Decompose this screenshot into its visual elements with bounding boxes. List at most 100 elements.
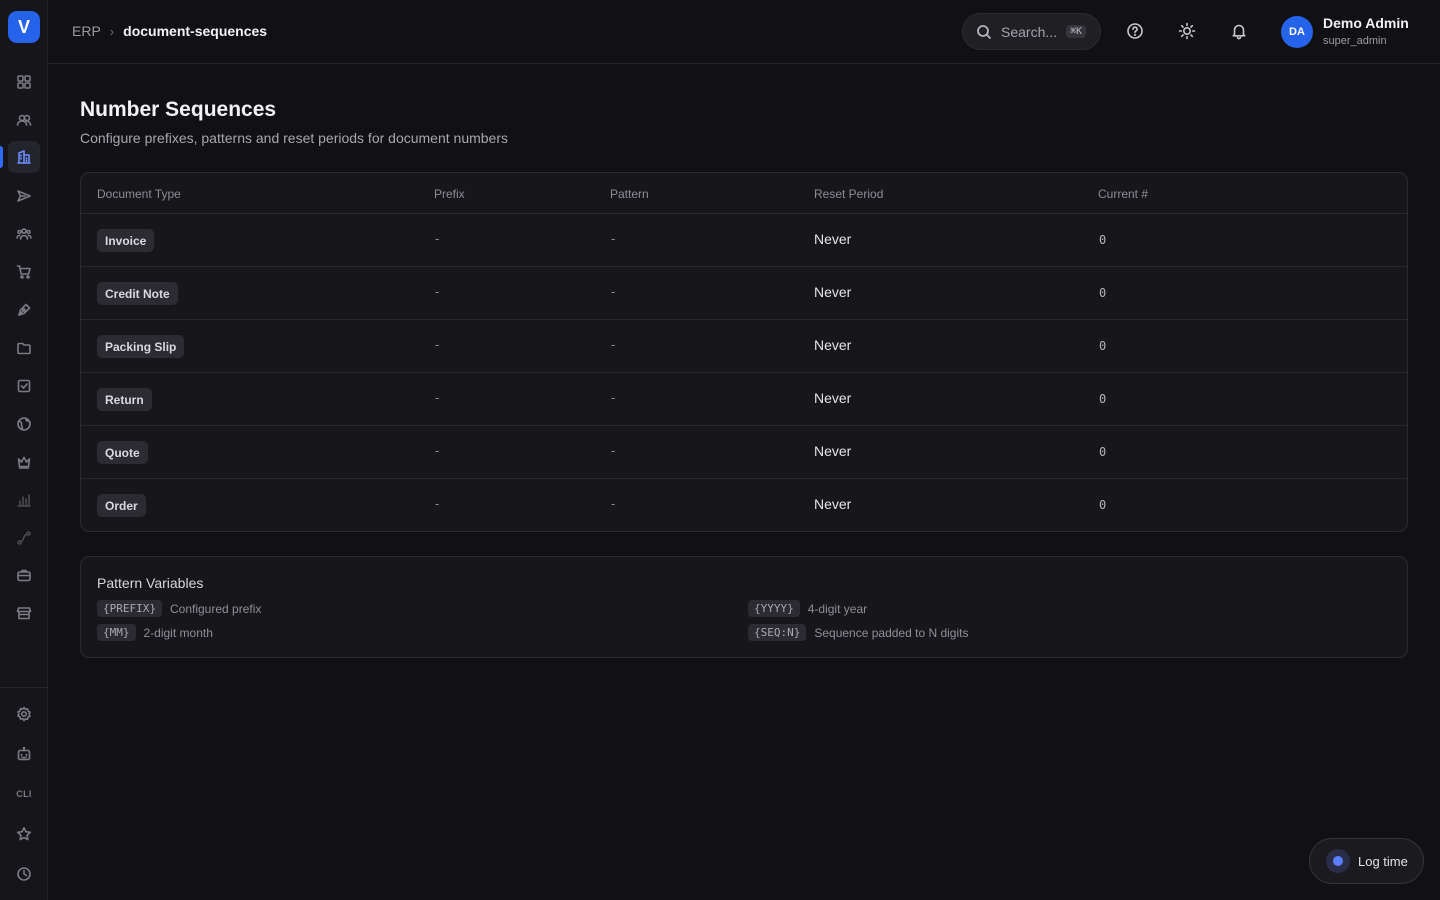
top-header: ERP › document-sequences Search... ⌘K DA… <box>48 0 1440 64</box>
variable-description: Configured prefix <box>169 601 262 616</box>
dashboard-icon[interactable] <box>8 66 40 98</box>
pattern-cell: - <box>611 443 616 458</box>
variable-code: {PREFIX} <box>97 600 162 617</box>
current-number-cell: 0 <box>1099 498 1107 512</box>
team-icon[interactable] <box>8 218 40 250</box>
table-row[interactable]: Order - - Never 0 <box>81 479 1407 531</box>
page-title: Number Sequences <box>80 98 277 121</box>
prefix-cell: - <box>435 443 440 458</box>
log-time-button[interactable]: Log time <box>1309 838 1424 884</box>
variable-code: {SEQ:N} <box>748 624 807 641</box>
reset-period-cell: Never <box>814 337 852 353</box>
pattern-variable: {MM} 2-digit month <box>97 624 213 641</box>
app-logo[interactable]: V <box>8 11 40 43</box>
store-icon[interactable] <box>8 597 40 629</box>
sun-icon[interactable] <box>1176 20 1198 42</box>
timer-icon <box>1326 849 1350 873</box>
pattern-cell: - <box>611 496 616 511</box>
document-type-badge: Invoice <box>97 229 155 252</box>
reset-period-cell: Never <box>814 496 852 512</box>
search-button[interactable]: Search... ⌘K <box>962 13 1101 50</box>
sidebar: V CLI <box>0 0 48 900</box>
document-type-badge: Return <box>97 388 152 411</box>
document-type-badge: Order <box>97 494 146 517</box>
prefix-cell: - <box>435 337 440 352</box>
sequences-table: Document Type Prefix Pattern Reset Perio… <box>80 172 1408 532</box>
briefcase-icon[interactable] <box>8 559 40 591</box>
users-icon[interactable] <box>8 104 40 136</box>
user-name[interactable]: Demo Admin <box>1323 15 1409 31</box>
table-row[interactable]: Credit Note - - Never 0 <box>81 267 1407 320</box>
current-number-cell: 0 <box>1099 233 1107 247</box>
table-header: Document Type Prefix Pattern Reset Perio… <box>81 173 1407 214</box>
search-icon <box>977 24 992 39</box>
prefix-cell: - <box>435 390 440 405</box>
pattern-variables-card: Pattern Variables {PREFIX} Configured pr… <box>80 556 1408 658</box>
pattern-cell: - <box>611 231 616 246</box>
pattern-cell: - <box>611 337 616 352</box>
bell-icon[interactable] <box>1228 20 1250 42</box>
cli-button[interactable]: CLI <box>8 778 40 810</box>
table-row[interactable]: Return - - Never 0 <box>81 373 1407 426</box>
pattern-variable: {SEQ:N} Sequence padded to N digits <box>748 624 968 641</box>
building-icon[interactable] <box>8 141 40 173</box>
workflow-icon[interactable] <box>8 522 40 554</box>
document-type-badge: Packing Slip <box>97 335 185 358</box>
prefix-cell: - <box>435 284 440 299</box>
table-row[interactable]: Invoice - - Never 0 <box>81 214 1407 267</box>
help-icon[interactable] <box>1124 20 1146 42</box>
breadcrumb-current: document-sequences <box>123 23 268 39</box>
reset-period-cell: Never <box>814 443 852 459</box>
breadcrumb-root[interactable]: ERP <box>72 23 101 39</box>
variable-description: 4-digit year <box>807 601 868 616</box>
search-shortcut: ⌘K <box>1066 25 1087 38</box>
settings-icon[interactable] <box>8 698 40 730</box>
pattern-cell: - <box>611 390 616 405</box>
current-number-cell: 0 <box>1099 445 1107 459</box>
pattern-variables-title: Pattern Variables <box>97 575 204 591</box>
reset-period-cell: Never <box>814 390 852 406</box>
table-row[interactable]: Quote - - Never 0 <box>81 426 1407 479</box>
star-icon[interactable] <box>8 818 40 850</box>
checkbox-icon[interactable] <box>8 370 40 402</box>
cart-icon[interactable] <box>8 256 40 288</box>
search-placeholder: Search... <box>1001 23 1058 40</box>
robot-icon[interactable] <box>8 738 40 770</box>
column-header-current-number: Current # <box>1098 187 1149 201</box>
current-number-cell: 0 <box>1099 339 1107 353</box>
app-root: V CLI ERP › document-sequences Search...… <box>0 0 1440 900</box>
pattern-variable: {YYYY} 4-digit year <box>748 600 867 617</box>
send-icon[interactable] <box>8 180 40 212</box>
pen-tool-icon[interactable] <box>8 294 40 326</box>
reset-period-cell: Never <box>814 231 852 247</box>
page-subtitle: Configure prefixes, patterns and reset p… <box>80 130 509 146</box>
crown-icon[interactable] <box>8 446 40 478</box>
user-role: super_admin <box>1323 35 1387 47</box>
table-row[interactable]: Packing Slip - - Never 0 <box>81 320 1407 373</box>
variable-description: 2-digit month <box>143 625 213 640</box>
document-type-badge: Credit Note <box>97 282 178 305</box>
breadcrumb: ERP › document-sequences <box>72 23 267 39</box>
prefix-cell: - <box>435 496 440 511</box>
cli-label: CLI <box>16 789 32 799</box>
globe-icon[interactable] <box>8 408 40 440</box>
active-indicator <box>0 146 3 168</box>
clock-icon[interactable] <box>8 858 40 890</box>
avatar[interactable]: DA <box>1281 16 1313 48</box>
variable-code: {YYYY} <box>748 600 800 617</box>
column-header-document-type: Document Type <box>97 187 181 201</box>
sidebar-divider <box>0 687 47 688</box>
column-header-reset-period: Reset Period <box>814 187 884 201</box>
prefix-cell: - <box>435 231 440 246</box>
reset-period-cell: Never <box>814 284 852 300</box>
log-time-label: Log time <box>1358 853 1408 869</box>
current-number-cell: 0 <box>1099 286 1107 300</box>
bar-chart-icon[interactable] <box>8 484 40 516</box>
pattern-cell: - <box>611 284 616 299</box>
document-type-badge: Quote <box>97 441 148 464</box>
chevron-right-icon: › <box>109 23 115 39</box>
current-number-cell: 0 <box>1099 392 1107 406</box>
pattern-variable: {PREFIX} Configured prefix <box>97 600 261 617</box>
folder-icon[interactable] <box>8 332 40 364</box>
variable-code: {MM} <box>97 624 136 641</box>
